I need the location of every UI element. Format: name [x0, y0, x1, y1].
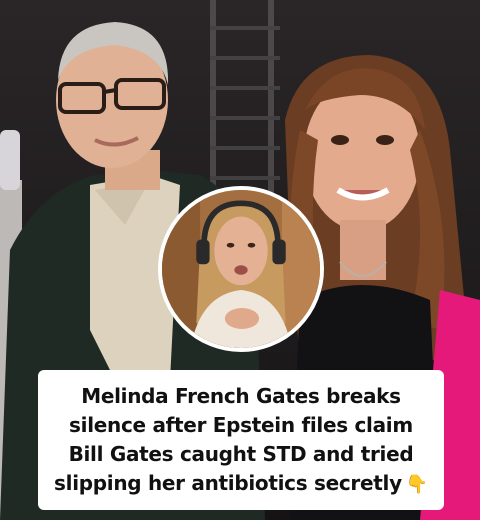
headline-line-4: slipping her antibiotics secretly 👇	[54, 470, 428, 495]
inset-circle-photo	[158, 186, 324, 352]
headline-line-1: Melinda French Gates breaks	[81, 383, 401, 408]
pointing-down-hand-icon: 👇	[405, 473, 428, 495]
inset-woman-headphones	[162, 190, 320, 348]
news-photo: Melinda French Gates breaks silence afte…	[0, 0, 480, 520]
headline-text: Melinda French Gates breaks silence afte…	[54, 382, 428, 499]
headline-line-2: silence after Epstein files claim	[69, 412, 413, 437]
headline-card: Melinda French Gates breaks silence afte…	[38, 370, 444, 510]
headline-line-3: Bill Gates caught STD and tried	[68, 441, 414, 466]
